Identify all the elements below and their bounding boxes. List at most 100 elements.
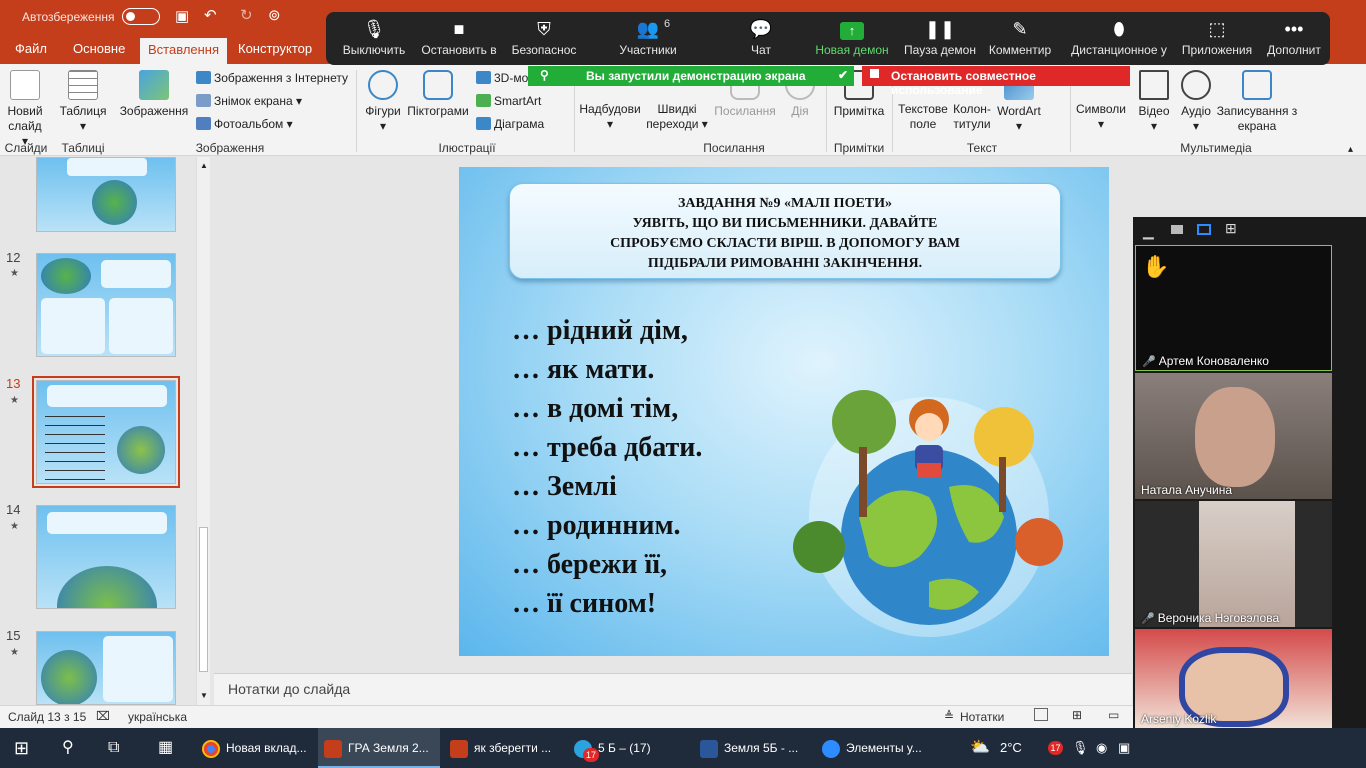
language-label[interactable]: українська [128, 710, 187, 724]
addins-button[interactable]: Надбудови ▾ [578, 102, 642, 132]
smartart-label: SmartArt [494, 94, 542, 108]
table-button[interactable]: Таблиця ▾ [58, 70, 108, 134]
earth-with-girl-illustration[interactable] [779, 367, 1079, 637]
internet-images-button[interactable]: Зображення з Інтернету [196, 71, 348, 85]
redo-icon[interactable]: ↻ [240, 6, 253, 24]
wordart-label: WordArt [997, 104, 1041, 118]
tray-zoom-icon[interactable]: ◉ [1096, 728, 1107, 768]
more-button[interactable]: ••• Дополнит [1262, 19, 1326, 57]
slide-sorter-icon[interactable]: ⊞ [1072, 708, 1082, 722]
tray-app-icon[interactable]: ▣ [1118, 728, 1130, 768]
taskbar-powerpoint-1[interactable]: ГРА Земля 2... [318, 728, 440, 768]
slide-thumbnail-12[interactable] [36, 253, 176, 357]
stop-video-button[interactable]: ■ Остановить в [418, 19, 500, 57]
new-slide-label: Новий слайд [7, 104, 43, 133]
screen-recording-button[interactable]: Записування з екрана [1216, 70, 1298, 134]
pause-share-button[interactable]: ❚❚ Пауза демон [900, 19, 980, 57]
accessibility-icon[interactable]: ⌧ [96, 709, 110, 723]
tab-insert[interactable]: Вставлення [140, 38, 228, 64]
tab-design[interactable]: Конструктор [238, 41, 312, 56]
scroll-down-icon[interactable]: ▼ [200, 691, 208, 700]
speaker-view-icon[interactable] [1171, 225, 1183, 234]
strip-view-icon[interactable] [1197, 224, 1211, 235]
participants-button[interactable]: 👥 Участники [612, 19, 684, 57]
gallery-view-icon[interactable]: ⊞ [1225, 220, 1237, 237]
scrollbar-thumb[interactable] [199, 527, 208, 672]
images-button[interactable]: Зображення [118, 70, 190, 119]
thumbnail-scrollbar[interactable]: ▲ ▼ [196, 157, 210, 705]
smartart-button[interactable]: SmartArt [476, 94, 541, 108]
chat-button[interactable]: 💬 Чат [726, 19, 796, 57]
tray-mic-icon[interactable]: 🎙 [1072, 728, 1089, 768]
slide-thumbnail-11[interactable] [36, 157, 176, 232]
participant-tile-3[interactable]: 🎤 Вероника Нэговэлова [1135, 501, 1332, 627]
task-header-box[interactable]: ЗАВДАННЯ №9 «МАЛІ ПОЕТИ» УЯВІТЬ, ЩО ВИ П… [509, 183, 1061, 279]
scroll-up-icon[interactable]: ▲ [200, 161, 208, 170]
collapse-ribbon-icon[interactable]: ▴ [1348, 144, 1353, 155]
internet-images-label: Зображення з Інтернету [214, 71, 348, 85]
zoom-button[interactable]: Швидкі переходи ▾ [646, 102, 708, 132]
weather-icon[interactable]: ⛅ [970, 728, 990, 768]
group-label-media: Мультимедіа [1180, 141, 1252, 155]
header-footer-button[interactable]: Колон-титули [950, 102, 994, 132]
tab-file[interactable]: Файл [15, 41, 47, 56]
autosave-toggle[interactable] [122, 8, 160, 25]
group-label-links: Посилання [703, 141, 765, 155]
taskbar-word[interactable]: Земля 5Б - ... [694, 728, 812, 768]
save-icon[interactable]: ▣ [175, 7, 189, 25]
apps-button[interactable]: ⬚ Приложения [1178, 19, 1256, 57]
participant-name-1: 🎤 Артем Коноваленко [1142, 354, 1269, 368]
calculator-icon[interactable]: ▦ [158, 728, 173, 768]
notes-pane[interactable]: Нотатки до слайда [214, 673, 1132, 705]
stop-share-button[interactable]: Остановить совместное использование [862, 66, 1130, 97]
tab-home[interactable]: Основне [73, 41, 125, 56]
photo-album-button[interactable]: Фотоальбом ▾ [196, 117, 293, 131]
taskbar-zoom[interactable]: Элементы у... [816, 728, 934, 768]
slide-thumbnail-14[interactable] [36, 505, 176, 609]
present-icon[interactable]: ⊚ [268, 6, 281, 24]
participant-tile-2[interactable]: Натала Анучина [1135, 373, 1332, 499]
video-button[interactable]: Відео ▾ [1136, 70, 1172, 134]
icons-button[interactable]: Піктограми [404, 70, 472, 119]
mute-button[interactable]: 🎙 Выключить [336, 19, 412, 57]
taskbar-chrome[interactable]: Новая вклад... [196, 728, 314, 768]
reading-view-icon[interactable]: ▭ [1108, 708, 1119, 722]
minimize-icon[interactable]: ▁ [1143, 223, 1154, 240]
new-share-button[interactable]: ↑ Новая демон [810, 19, 894, 57]
symbols-button[interactable]: Символи ▾ [1072, 102, 1130, 132]
security-button[interactable]: ⛨ Безопаснос [506, 19, 582, 57]
temperature[interactable]: 2°C [1000, 728, 1022, 768]
participant-tile-1[interactable]: ✋ 🎤 Артем Коноваленко [1135, 245, 1332, 371]
annotate-button[interactable]: ✎ Комментир [986, 19, 1054, 57]
new-slide-button[interactable]: Новий слайд ▾ [4, 70, 46, 149]
task-view-icon[interactable]: ⧉ [108, 728, 119, 768]
audio-button[interactable]: Аудіо ▾ [1178, 70, 1214, 134]
notes-toggle-icon[interactable]: ≜ [944, 709, 954, 723]
taskbar-ppt2-label: як зберегти ... [474, 741, 552, 755]
chart-button[interactable]: Діаграма [476, 117, 544, 131]
remote-control-button[interactable]: ⬮ Дистанционное у [1066, 19, 1172, 57]
poem-line-5: … Землі [512, 471, 617, 502]
stop-video-label: Остановить в [421, 43, 497, 57]
normal-view-icon[interactable] [1034, 708, 1048, 721]
undo-icon[interactable]: ↶ [204, 6, 217, 24]
tray-notification-badge[interactable]: 17 [1048, 741, 1063, 755]
shapes-button[interactable]: Фігури ▾ [362, 70, 404, 134]
speaker-icon [1181, 70, 1211, 100]
participant-tile-4[interactable]: Arseniy Kozlik [1135, 629, 1332, 728]
slide-thumbnail-13[interactable] [32, 376, 180, 488]
notes-toggle-label[interactable]: Нотатки [960, 710, 1004, 724]
slide-thumbnail-15[interactable] [36, 631, 176, 705]
camera-icon [196, 94, 211, 107]
taskbar-powerpoint-2[interactable]: як зберегти ... [444, 728, 562, 768]
poem-line-2: … як мати. [512, 354, 655, 385]
3d-models-button[interactable]: 3D-мо [476, 71, 528, 85]
slide-13[interactable]: ЗАВДАННЯ №9 «МАЛІ ПОЕТИ» УЯВІТЬ, ЩО ВИ П… [459, 167, 1109, 656]
remote-control-label: Дистанционное у [1071, 43, 1167, 57]
poem-line-3: … в домі тім, [512, 393, 679, 424]
windows-start-icon[interactable]: ⊞ [14, 728, 29, 768]
screenshot-button[interactable]: Знімок екрана ▾ [196, 94, 302, 108]
animation-star-icon: ★ [10, 521, 19, 532]
search-icon[interactable]: ⚲ [62, 728, 74, 768]
textbox-button[interactable]: Текстове поле [894, 102, 952, 132]
